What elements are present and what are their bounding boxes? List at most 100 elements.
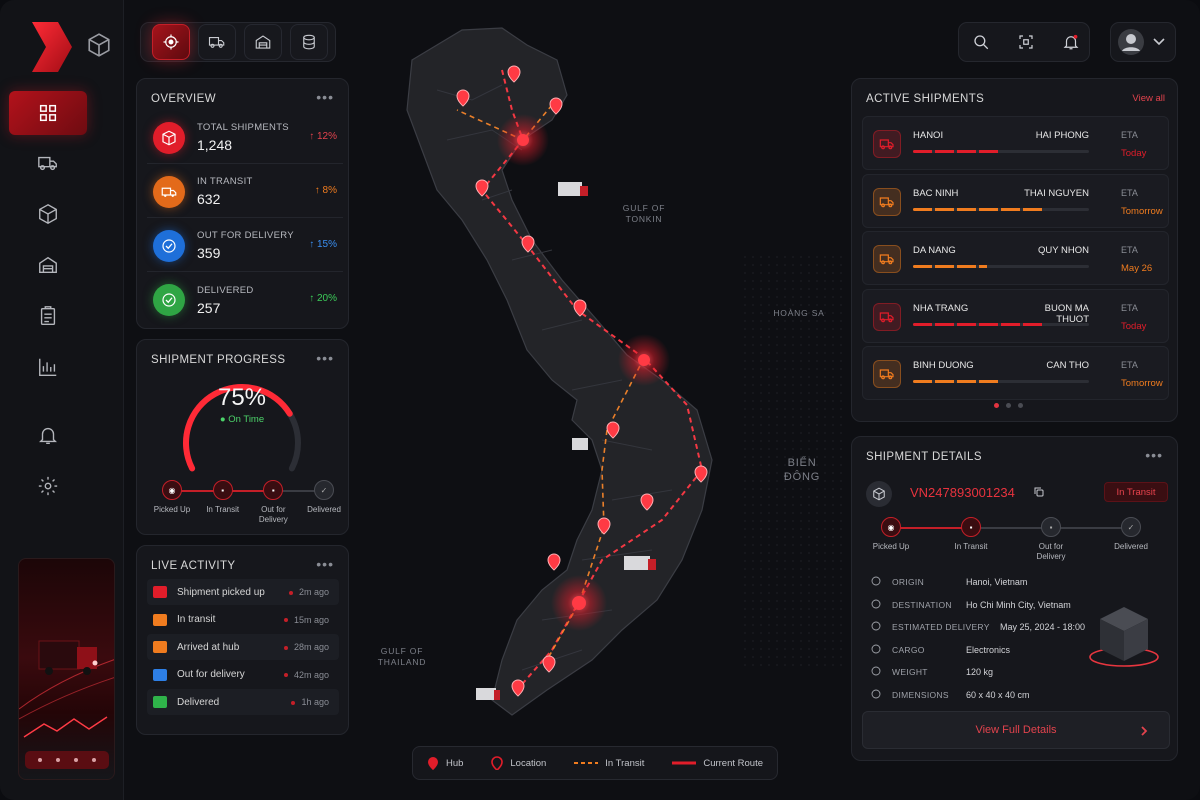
shipment-card[interactable]: BAC NINH THAI NGUYEN ETA Tomorrow xyxy=(862,173,1169,228)
nav-shipments[interactable] xyxy=(9,141,87,185)
activity-item[interactable]: Arrived at hub 28m ago xyxy=(147,634,339,660)
eta-value: Tomorrow xyxy=(1121,205,1163,217)
vietnam-map[interactable] xyxy=(352,0,848,800)
shipment-destination: QUY NHON xyxy=(1037,245,1089,256)
tag-icon xyxy=(870,643,882,657)
legend-location-label: Location xyxy=(510,757,547,769)
eta-label: ETA xyxy=(1121,302,1138,313)
activity-label: Delivered xyxy=(177,696,220,708)
promo-pager[interactable] xyxy=(25,751,109,769)
nav-dashboard[interactable] xyxy=(9,91,87,135)
dashboard-icon xyxy=(39,104,57,122)
shipment-destination: HAI PHONG xyxy=(1035,130,1089,141)
shipment-destination: BUON MA THUOT xyxy=(1044,302,1089,325)
truck-icon xyxy=(873,302,901,331)
step-picked-up: ◉ Picked Up xyxy=(147,480,197,515)
more-icon[interactable]: ••• xyxy=(316,556,334,572)
nav-warehouse[interactable] xyxy=(9,243,87,287)
progress-panel: SHIPMENT PROGRESS ••• 75% ● On Time ◉ Pic… xyxy=(136,339,349,535)
nav-notifications[interactable] xyxy=(9,413,87,457)
step-label: In Transit xyxy=(954,542,988,551)
activity-item[interactable]: In transit 15m ago xyxy=(147,607,339,633)
label-gulf-of-thailand: GULF OF THAILAND xyxy=(377,646,427,667)
legend-current-route-label: Current Route xyxy=(703,757,763,769)
package-icon xyxy=(39,204,57,224)
detail-row: WEIGHT 120 kg xyxy=(870,663,993,681)
kpi-label: IN TRANSIT xyxy=(197,176,253,187)
detail-value: Ho Chi Minh City, Vietnam xyxy=(966,599,1071,610)
kpi-change-value: 12% xyxy=(316,131,337,142)
progress-status: ● On Time xyxy=(219,414,265,425)
legend-hub-label: Hub xyxy=(445,757,464,769)
step-out-for-delivery: ▪ Out for Delivery xyxy=(1026,517,1076,562)
shipment-destination: CAN THO xyxy=(1046,360,1089,371)
view-all-link[interactable]: View all xyxy=(1132,93,1165,104)
shipment-progress xyxy=(913,265,1089,268)
tab-tracking[interactable] xyxy=(152,24,190,60)
scan-button[interactable] xyxy=(1007,24,1045,60)
avatar[interactable] xyxy=(1117,28,1145,56)
chevron-down-icon[interactable] xyxy=(1152,36,1166,48)
shipment-card[interactable]: DA NANG QUY NHON ETA May 26 xyxy=(862,231,1169,285)
view-full-details-label: View Full Details xyxy=(975,724,1057,736)
shipment-progress xyxy=(913,150,1089,153)
truck-icon xyxy=(38,156,57,171)
status-badge: In Transit xyxy=(1104,482,1168,502)
activity-panel: LIVE ACTIVITY ••• Shipment picked up 2m a… xyxy=(136,545,349,735)
nav-settings[interactable] xyxy=(9,464,87,508)
step-label: Out for Delivery xyxy=(258,505,288,524)
promo-card[interactable] xyxy=(18,558,115,780)
activity-icon xyxy=(153,613,167,626)
activity-time: 2m ago xyxy=(289,587,329,597)
more-icon[interactable]: ••• xyxy=(316,89,334,105)
shipment-card[interactable]: HANOI HAI PHONG ETA Today xyxy=(862,116,1169,170)
notifications-button[interactable] xyxy=(1052,24,1090,60)
kpi-in-transit[interactable]: IN TRANSIT 632 ↑ 8% xyxy=(147,166,343,218)
kpi-total-shipments[interactable]: TOTAL SHIPMENTS 1,248 ↑ 12% xyxy=(147,112,343,164)
arrow-up-icon: ↑ xyxy=(309,293,315,304)
eta-label: ETA xyxy=(1121,187,1138,198)
check-circle-icon xyxy=(153,229,185,262)
cube-icon[interactable] xyxy=(86,32,112,58)
shipments-pager[interactable] xyxy=(994,403,1023,408)
activity-time: 42m ago xyxy=(284,670,329,680)
box-3d-illustration xyxy=(1089,607,1159,667)
tab-warehouse[interactable] xyxy=(244,24,282,60)
activity-label: Shipment picked up xyxy=(177,586,265,598)
calendar-icon xyxy=(870,620,882,634)
activity-item[interactable]: Delivered 1h ago xyxy=(147,689,339,715)
search-button[interactable] xyxy=(962,24,1000,60)
brand-logo xyxy=(32,22,72,72)
kpi-change-value: 20% xyxy=(316,293,337,304)
kpi-out-for-delivery[interactable]: OUT FOR DELIVERY 359 ↑ 15% xyxy=(147,220,343,272)
step-delivered: ✓ Delivered xyxy=(1106,517,1156,552)
activity-item[interactable]: Out for delivery 42m ago xyxy=(147,662,339,688)
activity-label: In transit xyxy=(177,614,216,625)
kpi-delivered[interactable]: DELIVERED 257 ↑ 20% xyxy=(147,274,343,326)
step-label: Delivered xyxy=(307,505,341,514)
tab-storage[interactable] xyxy=(290,24,328,60)
legend-in-transit: In Transit xyxy=(574,758,644,769)
activity-item[interactable]: Shipment picked up 2m ago xyxy=(147,579,339,605)
nav-packages[interactable] xyxy=(9,192,87,236)
label-bien-dong: BIỂN ĐÔNG xyxy=(783,457,821,483)
activity-icon xyxy=(153,586,167,598)
tab-truck[interactable] xyxy=(198,24,236,60)
view-full-details-button[interactable]: View Full Details xyxy=(862,711,1170,749)
more-icon[interactable]: ••• xyxy=(1145,447,1163,463)
truck-icon: ▪ xyxy=(961,517,981,537)
shipment-card[interactable]: BINH DUONG CAN THO ETA Tomorrow xyxy=(862,346,1169,400)
more-icon[interactable]: ••• xyxy=(316,350,334,366)
solid-line-icon xyxy=(672,761,697,765)
pin-icon xyxy=(870,598,882,612)
copy-icon[interactable] xyxy=(1033,486,1045,498)
route-map[interactable]: GULF OF TONKIN HOÀNG SA BIỂN ĐÔNG GULF O… xyxy=(352,0,848,800)
nav-analytics[interactable] xyxy=(9,345,87,389)
legend-in-transit-label: In Transit xyxy=(605,757,645,769)
bell-icon xyxy=(1063,34,1079,50)
shipment-card[interactable]: NHA TRANG BUON MA THUOT ETA Today xyxy=(862,288,1169,343)
step-label: Delivered xyxy=(1114,542,1148,551)
eta-value: Today xyxy=(1121,320,1147,332)
nav-orders[interactable] xyxy=(9,294,87,338)
activity-label: Arrived at hub xyxy=(177,641,240,653)
